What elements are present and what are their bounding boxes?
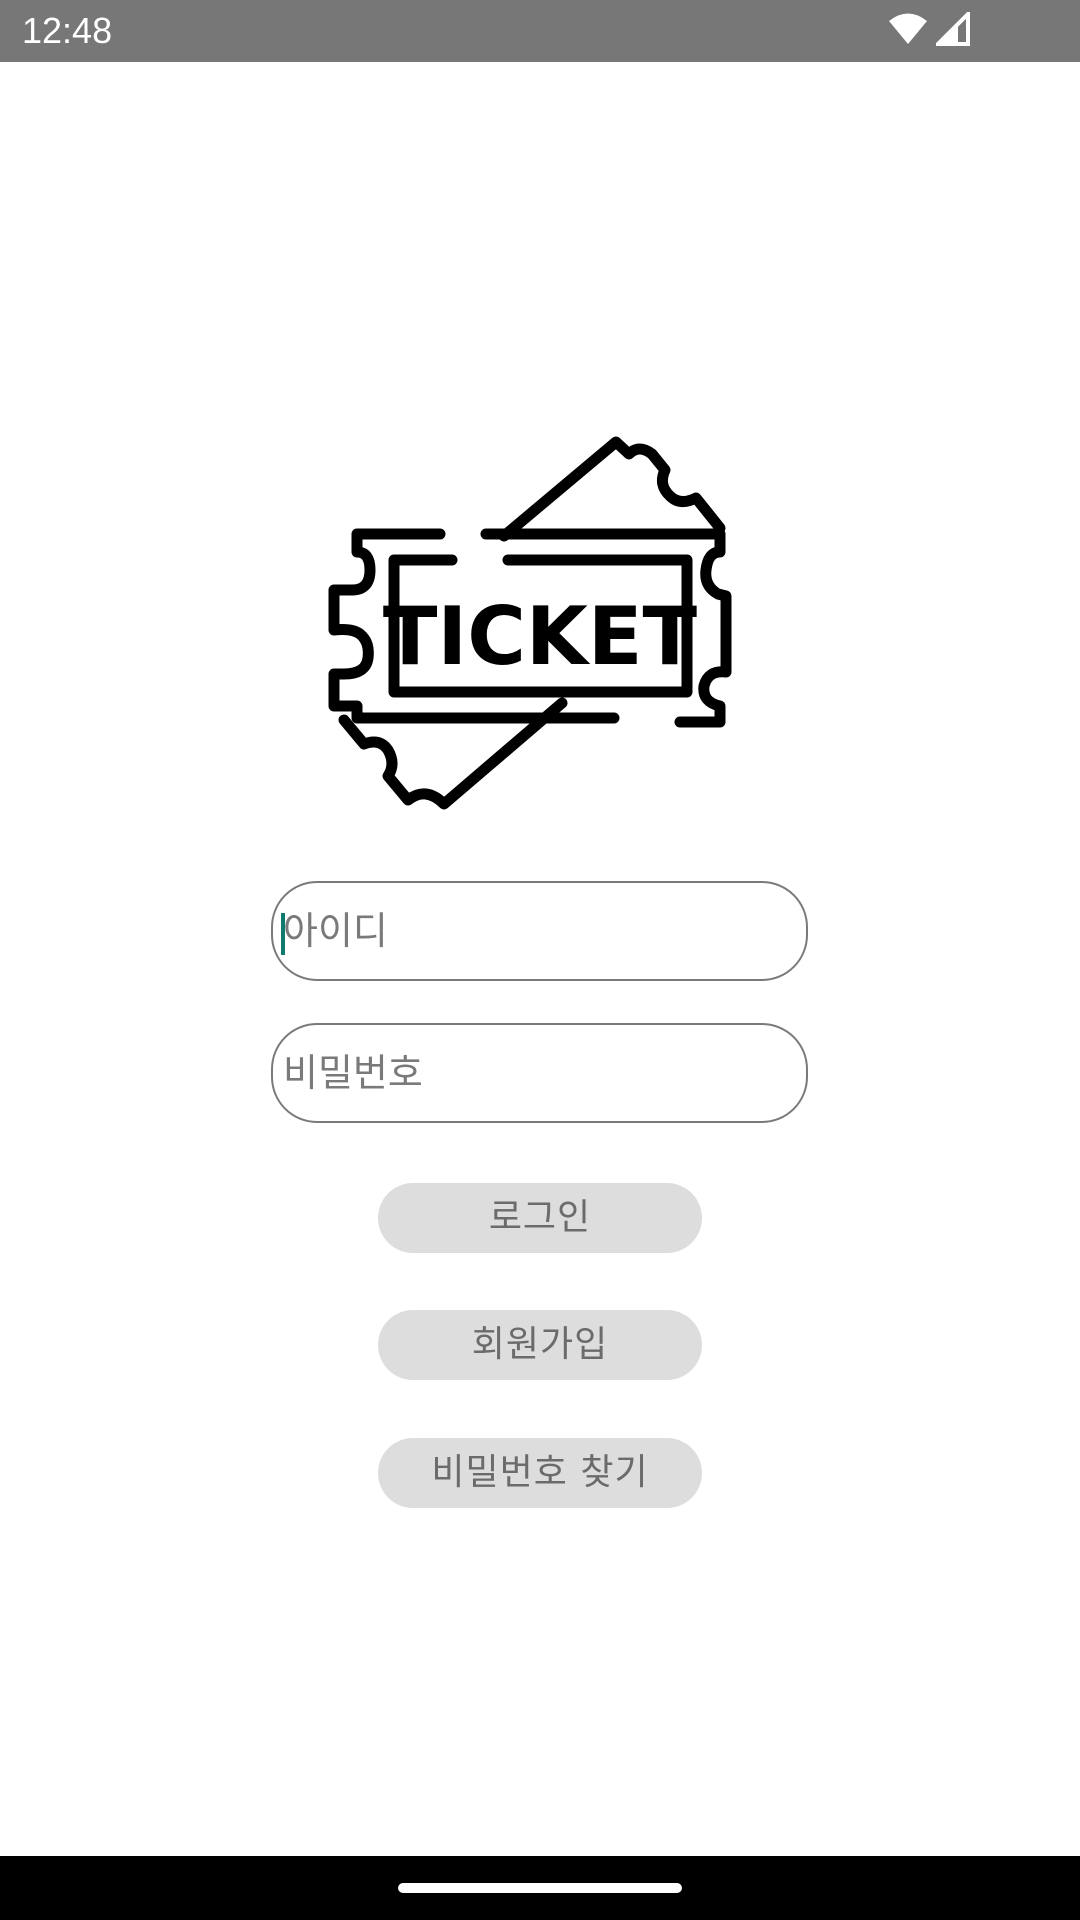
id-placeholder: 아이디 [283,909,388,953]
wifi-icon [888,12,928,46]
login-button[interactable]: 로그인 [378,1183,702,1253]
text-caret [281,913,285,955]
find-password-button[interactable]: 비밀번호 찾기 [378,1438,702,1508]
password-placeholder: 비밀번호 [283,1051,423,1095]
cell-signal-icon [936,12,970,46]
password-field[interactable]: 비밀번호 [271,1023,808,1123]
ticket-logo: TICKET [322,430,758,822]
ticket-icon: TICKET [328,436,732,810]
ticket-logo-text: TICKET [383,590,698,683]
signup-button[interactable]: 회원가입 [378,1310,702,1380]
status-icons [888,12,970,46]
home-gesture-handle[interactable] [398,1883,682,1893]
login-screen: 12:48 TICKET 아이디 비밀번호 로그인 회원가입 비밀번호 찾기 [0,0,1080,1920]
status-bar: 12:48 [0,0,1080,62]
id-field[interactable]: 아이디 [271,881,808,981]
status-time: 12:48 [22,10,113,51]
navigation-bar [0,1856,1080,1920]
